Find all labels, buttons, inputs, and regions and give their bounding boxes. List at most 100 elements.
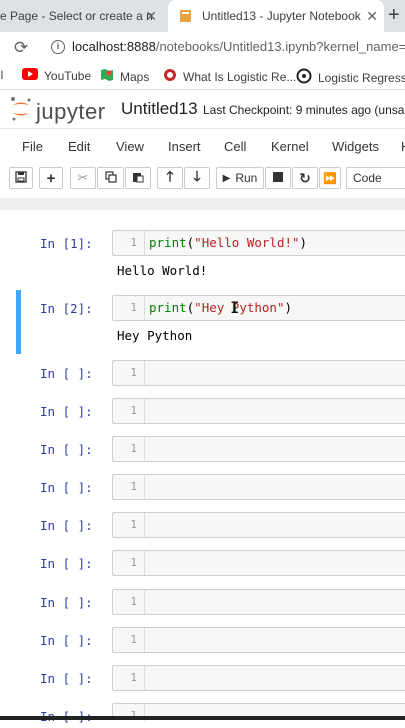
- code-cell-editor[interactable]: 1: [112, 589, 405, 615]
- cell-output: Hello World!: [117, 263, 208, 278]
- cell-prompt: In [1]:: [40, 236, 93, 251]
- line-number: 1: [113, 551, 145, 575]
- bookmark-logistic-2[interactable]: Logistic Regressio: [296, 68, 405, 87]
- bottom-edge: [0, 716, 405, 720]
- menu-kernel[interactable]: Kernel: [271, 139, 309, 154]
- bookmark-label: Maps: [120, 69, 150, 84]
- close-icon[interactable]: ✕: [145, 8, 157, 25]
- jupyter-logo[interactable]: jupyter: [10, 96, 106, 127]
- copy-button[interactable]: [97, 167, 124, 189]
- code-line: print("Hey Python"): [149, 300, 293, 315]
- copy-icon: [104, 170, 117, 186]
- cell-prompt: In [ ]:: [40, 595, 93, 610]
- notebook-container: In [1]: 1 print("Hello World!") Hello Wo…: [0, 198, 405, 724]
- bookmark-maps[interactable]: Maps: [100, 68, 149, 85]
- cell-type-select[interactable]: Code: [346, 167, 405, 189]
- bookmark-logistic-1[interactable]: What Is Logistic Re...: [163, 68, 296, 85]
- notebook-toolbar: + ✂ 🡑 🡓 ▶ Run ↻ ⏩ Code: [0, 164, 405, 192]
- code-cell-editor[interactable]: 1: [112, 627, 405, 653]
- run-label: Run: [235, 171, 258, 185]
- new-tab-button[interactable]: +: [388, 4, 400, 27]
- play-icon: ▶: [222, 172, 231, 184]
- line-number: 1: [113, 475, 145, 499]
- code-cell-editor[interactable]: 1: [112, 398, 405, 424]
- move-down-button[interactable]: 🡓: [184, 167, 210, 189]
- code-cell-editor[interactable]: 1: [112, 360, 405, 386]
- menu-cell[interactable]: Cell: [224, 139, 246, 154]
- code-cell-editor[interactable]: 1: [112, 436, 405, 462]
- jupyter-header: jupyter Untitled13 Last Checkpoint: 9 mi…: [0, 90, 405, 128]
- jupyter-logo-icon: [10, 96, 32, 127]
- menu-insert[interactable]: Insert: [168, 139, 201, 154]
- menu-file[interactable]: File: [22, 139, 43, 154]
- menu-edit[interactable]: Edit: [68, 139, 90, 154]
- line-number: 1: [113, 231, 145, 255]
- bookmark-label: What Is Logistic Re...: [183, 69, 297, 84]
- bookmarks-bar: il YouTube Maps What Is Logistic Re... L…: [0, 62, 405, 90]
- bookmark-label: Logistic Regressio: [318, 70, 405, 85]
- url-host: localhost:8888: [72, 39, 156, 54]
- code-cell-editor[interactable]: 1 print("Hey Python"): [112, 295, 405, 321]
- insert-cell-button[interactable]: +: [39, 167, 63, 189]
- info-icon[interactable]: i: [51, 40, 65, 54]
- menu-help[interactable]: H: [401, 139, 405, 154]
- cell-prompt: In [ ]:: [40, 404, 93, 419]
- cell-prompt: In [ ]:: [40, 556, 93, 571]
- bookmark-label: il: [0, 68, 4, 82]
- browser-tab-bar: me Page - Select or create a n ✕ Untitle…: [0, 0, 405, 32]
- paste-button[interactable]: [125, 167, 151, 189]
- restart-run-all-button[interactable]: ⏩: [319, 167, 341, 189]
- bookmark-site-icon: [296, 68, 312, 87]
- tab-home-page[interactable]: me Page - Select or create a n ✕: [0, 0, 165, 32]
- code-line: print("Hello World!"): [149, 235, 308, 250]
- cell-output: Hey Python: [117, 328, 193, 343]
- code-cell-editor[interactable]: 1: [112, 512, 405, 538]
- youtube-icon: [22, 68, 38, 83]
- code-cell-editor[interactable]: 1 print("Hello World!"): [112, 230, 405, 256]
- cell-prompt: In [ ]:: [40, 366, 93, 381]
- run-button[interactable]: ▶ Run: [216, 167, 264, 189]
- bookmark-gmail[interactable]: il: [0, 68, 3, 82]
- menu-widgets[interactable]: Widgets: [332, 139, 379, 154]
- reload-icon[interactable]: ⟳: [14, 38, 28, 58]
- cell-prompt: In [ ]:: [40, 633, 93, 648]
- tab-title: Untitled13 - Jupyter Notebook: [202, 9, 361, 23]
- code-cell-editor[interactable]: 1: [112, 474, 405, 500]
- close-icon[interactable]: ✕: [366, 8, 378, 25]
- save-icon: [15, 170, 27, 186]
- save-button[interactable]: [9, 167, 33, 189]
- stop-icon: [273, 171, 283, 185]
- menu-bar: File Edit View Insert Cell Kernel Widget…: [0, 128, 405, 164]
- jupyter-logo-text: jupyter: [36, 98, 106, 124]
- code-cell-editor[interactable]: 1: [112, 550, 405, 576]
- url-field[interactable]: localhost:8888/notebooks/Untitled13.ipyn…: [72, 39, 405, 54]
- line-number: 1: [113, 666, 145, 690]
- scissors-icon: ✂: [77, 170, 89, 185]
- bookmark-label: YouTube: [44, 68, 92, 83]
- checkpoint-status: Last Checkpoint: 9 minutes ago (unsa: [203, 103, 405, 117]
- interrupt-button[interactable]: [265, 167, 291, 189]
- bookmark-youtube[interactable]: YouTube: [22, 68, 91, 83]
- notebook-name[interactable]: Untitled13: [121, 99, 198, 119]
- restart-icon: ↻: [299, 169, 311, 186]
- line-number: 1: [113, 590, 145, 614]
- tab-jupyter-notebook[interactable]: Untitled13 - Jupyter Notebook ✕: [168, 0, 384, 32]
- menu-view[interactable]: View: [116, 139, 144, 154]
- fast-forward-icon: ⏩: [323, 172, 337, 185]
- cell-prompt: In [2]:: [40, 301, 93, 316]
- line-number: 1: [113, 628, 145, 652]
- arrow-up-icon: 🡑: [166, 168, 174, 184]
- text-cursor-icon: I: [230, 298, 240, 317]
- line-number: 1: [113, 399, 145, 423]
- move-up-button[interactable]: 🡑: [157, 167, 183, 189]
- restart-button[interactable]: ↻: [292, 167, 318, 189]
- cell-prompt: In [ ]:: [40, 480, 93, 495]
- line-number: 1: [113, 296, 145, 320]
- url-path: /notebooks/Untitled13.ipynb?kernel_name=…: [155, 39, 405, 54]
- code-cell-editor[interactable]: 1: [112, 665, 405, 691]
- cell-prompt: In [ ]:: [40, 518, 93, 533]
- cut-button[interactable]: ✂: [70, 167, 96, 189]
- maps-icon: [100, 68, 114, 85]
- paste-icon: [132, 171, 144, 186]
- line-number: 1: [113, 513, 145, 537]
